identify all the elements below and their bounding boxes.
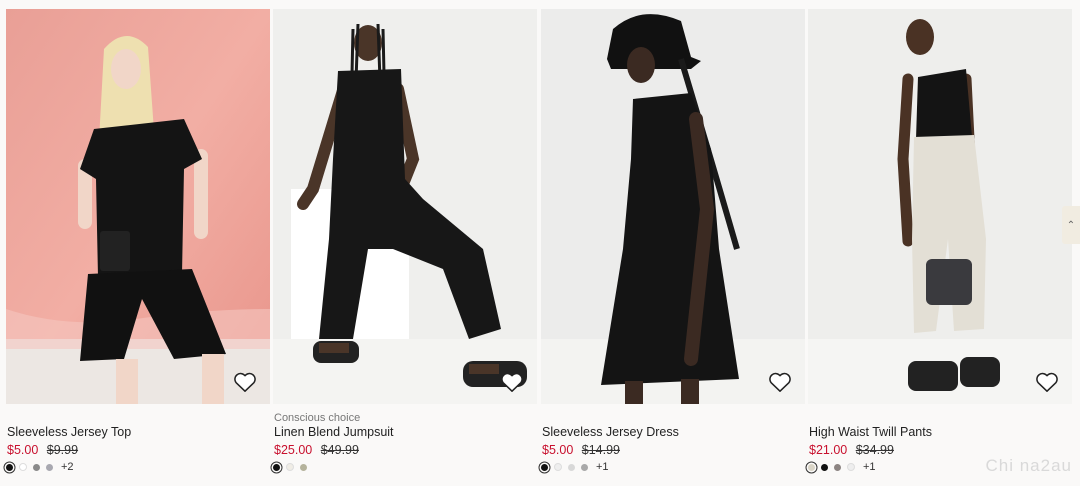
- color-swatch[interactable]: [541, 463, 548, 471]
- more-colors-count[interactable]: +1: [596, 461, 609, 473]
- color-swatches: +1: [541, 461, 609, 473]
- product-title[interactable]: Linen Blend Jumpsuit: [274, 425, 394, 439]
- color-swatch[interactable]: [46, 463, 53, 471]
- product-image[interactable]: [273, 9, 537, 404]
- product-card[interactable]: High Waist Twill Pants $21.00 $34.99 +1: [808, 9, 1072, 479]
- product-grid: Sleeveless Jersey Top $5.00 $9.99 +2 Con…: [6, 9, 1072, 479]
- scroll-up-button[interactable]: ⌃: [1062, 206, 1080, 244]
- color-swatch[interactable]: [834, 463, 841, 471]
- favorite-heart-icon[interactable]: [767, 369, 793, 395]
- sale-price: $21.00: [809, 443, 848, 457]
- favorite-heart-icon[interactable]: [499, 369, 525, 395]
- color-swatches: +1: [808, 461, 876, 473]
- original-price: $14.99: [581, 443, 620, 457]
- product-card[interactable]: Sleeveless Jersey Top $5.00 $9.99 +2: [6, 9, 270, 479]
- color-swatch[interactable]: [808, 463, 815, 471]
- sale-price: $25.00: [274, 443, 313, 457]
- favorite-heart-icon[interactable]: [232, 369, 258, 395]
- product-image[interactable]: [541, 9, 805, 404]
- favorite-heart-icon[interactable]: [1034, 369, 1060, 395]
- color-swatch[interactable]: [554, 463, 562, 471]
- product-prices: $21.00 $34.99: [809, 443, 894, 457]
- product-prices: $5.00 $14.99: [542, 443, 620, 457]
- color-swatch[interactable]: [821, 463, 828, 471]
- product-image[interactable]: [808, 9, 1072, 404]
- chevron-up-icon: ⌃: [1066, 219, 1076, 231]
- color-swatch[interactable]: [6, 463, 13, 471]
- product-title[interactable]: High Waist Twill Pants: [809, 425, 932, 439]
- color-swatch[interactable]: [33, 463, 40, 471]
- color-swatch[interactable]: [300, 463, 307, 471]
- color-swatch[interactable]: [19, 463, 27, 471]
- product-image[interactable]: [6, 9, 270, 404]
- product-badge: Conscious choice: [274, 412, 361, 424]
- color-swatch[interactable]: [581, 463, 588, 471]
- sale-price: $5.00: [542, 443, 574, 457]
- color-swatch[interactable]: [273, 463, 280, 471]
- product-title[interactable]: Sleeveless Jersey Top: [7, 425, 131, 439]
- product-title[interactable]: Sleeveless Jersey Dress: [542, 425, 679, 439]
- original-price: $9.99: [46, 443, 79, 457]
- color-swatch[interactable]: [568, 463, 575, 471]
- color-swatches: [273, 462, 313, 472]
- color-swatches: +2: [6, 461, 74, 473]
- product-card[interactable]: Conscious choice Linen Blend Jumpsuit $2…: [273, 9, 537, 479]
- color-swatch[interactable]: [847, 463, 855, 471]
- product-prices: $5.00 $9.99: [7, 443, 78, 457]
- more-colors-count[interactable]: +2: [61, 461, 74, 473]
- color-swatch[interactable]: [286, 463, 294, 471]
- sale-price: $5.00: [7, 443, 39, 457]
- watermark: Chi na2au: [985, 456, 1072, 475]
- original-price: $34.99: [855, 443, 894, 457]
- product-card[interactable]: Sleeveless Jersey Dress $5.00 $14.99 +1: [541, 9, 805, 479]
- original-price: $49.99: [320, 443, 359, 457]
- more-colors-count[interactable]: +1: [863, 461, 876, 473]
- product-prices: $25.00 $49.99: [274, 443, 359, 457]
